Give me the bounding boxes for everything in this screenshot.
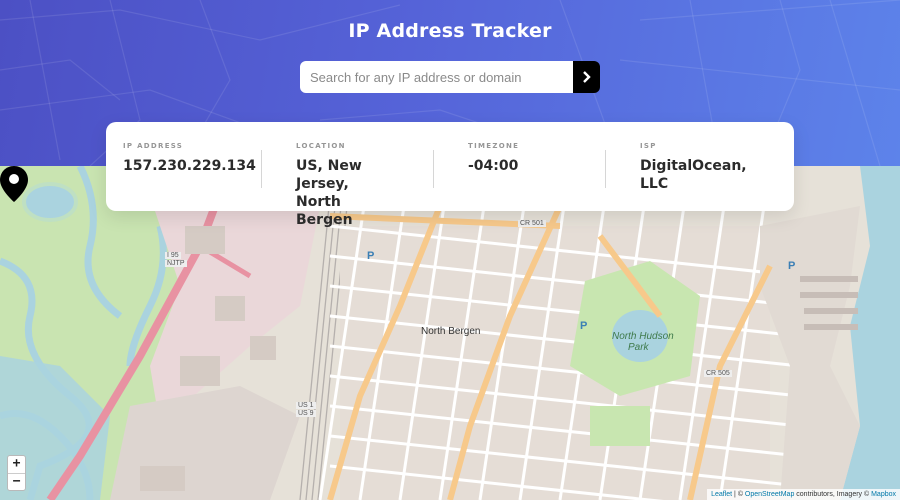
isp-line: DigitalOcean,	[640, 158, 747, 174]
attribution-separator: | ©	[732, 491, 745, 498]
isp-section: ISP DigitalOcean, LLC	[605, 142, 785, 211]
search-input[interactable]	[300, 61, 573, 93]
location-line: Bergen	[296, 212, 353, 228]
pond	[22, 182, 78, 222]
location-value: US, New Jersey, North Bergen	[296, 157, 433, 229]
search-bar	[300, 61, 600, 93]
location-line: North	[296, 194, 341, 210]
isp-value: DigitalOcean, LLC	[640, 157, 785, 193]
card-divider	[605, 150, 606, 188]
parking-icon: P	[580, 320, 588, 332]
route-shield-us1: US 1	[296, 402, 316, 409]
parking-icon: P	[788, 260, 796, 272]
map-label-neighborhood: North Bergen	[421, 326, 481, 337]
parking-icon: P	[367, 250, 375, 262]
map-label-park-2: Park	[628, 342, 649, 353]
route-shield-i95: I 95	[165, 252, 181, 259]
location-line: Jersey,	[296, 176, 349, 192]
route-shield-cr505: CR 505	[704, 370, 732, 377]
location-label: LOCATION	[296, 142, 346, 150]
ip-address-section: IP ADDRESS 157.230.229.134	[106, 142, 261, 211]
leaflet-link[interactable]: Leaflet	[711, 491, 732, 498]
zoom-in-button[interactable]: +	[8, 456, 25, 473]
location-line: US, New	[296, 158, 362, 174]
zoom-controls: + −	[7, 455, 26, 491]
card-divider	[433, 150, 434, 188]
ip-address-value: 157.230.229.134	[123, 158, 256, 174]
timezone-label: TIMEZONE	[468, 142, 520, 150]
isp-label: ISP	[640, 142, 657, 150]
chevron-right-icon	[582, 71, 591, 83]
ip-info-card: IP ADDRESS 157.230.229.134 LOCATION US, …	[106, 122, 794, 228]
map-label-park: North Hudson	[612, 331, 674, 342]
isp-line: LLC	[640, 176, 669, 192]
search-submit-button[interactable]	[573, 61, 600, 93]
route-shield-cr501: CR 501	[518, 220, 546, 227]
location-section: LOCATION US, New Jersey, North Bergen	[261, 142, 433, 228]
green-area	[590, 406, 650, 446]
card-divider	[261, 150, 262, 188]
page-title: IP Address Tracker	[348, 20, 552, 42]
route-shield-njtp: NJTP	[165, 260, 187, 267]
attribution-text: contributors, Imagery ©	[794, 491, 872, 498]
map-view[interactable]: North Bergen North Hudson Park CR 501 CR…	[0, 166, 900, 500]
route-shield-us9: US 9	[296, 410, 316, 417]
zoom-out-button[interactable]: −	[8, 473, 25, 490]
location-pin-icon[interactable]	[0, 166, 28, 202]
map-attribution: Leaflet | © OpenStreetMap contributors, …	[707, 489, 900, 500]
mapbox-link[interactable]: Mapbox	[871, 491, 896, 498]
ip-address-label: IP ADDRESS	[123, 142, 184, 150]
timezone-value: -04:00	[468, 158, 519, 174]
timezone-section: TIMEZONE -04:00	[433, 142, 605, 211]
osm-link[interactable]: OpenStreetMap	[745, 491, 794, 498]
